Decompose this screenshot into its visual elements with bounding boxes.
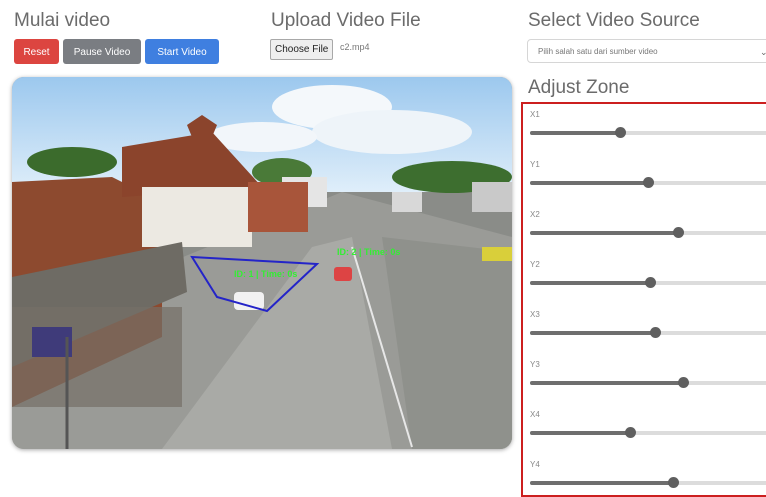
slider-fill [530, 331, 655, 335]
slider-x4[interactable] [530, 427, 766, 438]
slider-thumb[interactable] [625, 427, 636, 438]
slider-fill [530, 131, 620, 135]
slider-fill [530, 181, 648, 185]
slider-y2[interactable] [530, 277, 766, 288]
slider-thumb[interactable] [615, 127, 626, 138]
start-video-button[interactable]: Start Video [145, 39, 219, 64]
choose-file-button[interactable]: Choose File [270, 39, 334, 60]
slider-thumb[interactable] [677, 377, 689, 388]
slider-label-x3: X3 [530, 310, 540, 319]
slider-fill [530, 231, 678, 235]
chevron-down-icon: ⌄ [760, 47, 766, 57]
slider-x3[interactable] [530, 327, 766, 338]
video-source-select[interactable]: Pilih salah satu dari sumber video ⌄ [527, 39, 766, 63]
slider-label-x1: X1 [530, 110, 540, 119]
adjust-zone-panel: X1 Y1 X2 Y2 X3 Y3 X4 Y4 [521, 102, 766, 497]
reset-button[interactable]: Reset [14, 39, 59, 64]
slider-label-x2: X2 [530, 210, 540, 219]
video-source-selected: Pilih salah satu dari sumber video [538, 47, 658, 56]
mulai-video-heading: Mulai video [14, 10, 111, 31]
slider-thumb[interactable] [642, 177, 654, 188]
video-player[interactable]: ID: 1 | Time: 0s ID: 2 | Time: 0s [12, 77, 512, 449]
overlay-detection-2: ID: 2 | Time: 0s [337, 247, 401, 257]
pause-video-button[interactable]: Pause Video [63, 39, 141, 64]
slider-thumb[interactable] [650, 327, 661, 338]
slider-thumb[interactable] [645, 277, 656, 288]
slider-y3[interactable] [530, 377, 766, 388]
slider-fill [530, 381, 683, 385]
slider-label-y4: Y4 [530, 460, 540, 469]
slider-y1[interactable] [530, 177, 766, 188]
upload-video-heading: Upload Video File [271, 10, 421, 31]
slider-x2[interactable] [530, 227, 766, 238]
slider-label-x4: X4 [530, 410, 540, 419]
slider-thumb[interactable] [672, 227, 684, 238]
slider-label-y2: Y2 [530, 260, 540, 269]
slider-label-y1: Y1 [530, 160, 540, 169]
select-source-heading: Select Video Source [528, 10, 700, 31]
overlay-detection-1: ID: 1 | Time: 0s [234, 269, 298, 279]
slider-fill [530, 481, 673, 485]
slider-y4[interactable] [530, 477, 766, 488]
video-frame [12, 77, 512, 449]
slider-x1[interactable] [530, 127, 766, 138]
slider-thumb[interactable] [667, 477, 679, 488]
slider-fill [530, 431, 630, 435]
slider-fill [530, 281, 650, 285]
slider-label-y3: Y3 [530, 360, 540, 369]
adjust-zone-heading: Adjust Zone [528, 77, 630, 98]
selected-file-name: c2.mp4 [340, 42, 370, 52]
